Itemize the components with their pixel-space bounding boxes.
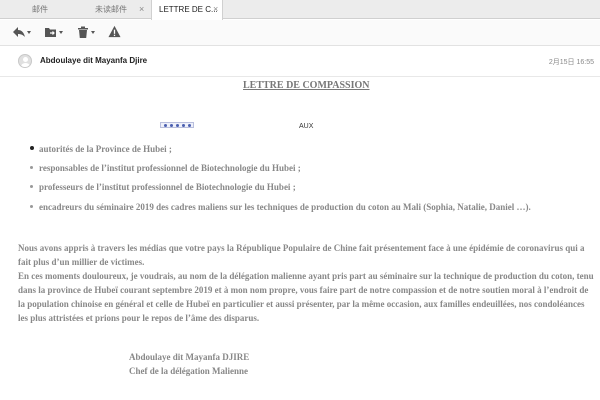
bullet-icon (30, 146, 34, 150)
signature-name: Abdoulaye dit Mayanfa DJIRE (129, 352, 250, 362)
message-body: LETTRE DE COMPASSION AUX autorités de la… (0, 77, 600, 400)
sender-name[interactable]: Abdoulaye dit Mayanfa Djire (40, 56, 147, 65)
report-spam-button[interactable] (108, 25, 122, 41)
tab-lettre-de-compassion[interactable]: LETTRE DE C... × (151, 0, 223, 20)
reply-icon (13, 27, 25, 37)
move-folder-icon (45, 28, 56, 37)
reply-button[interactable] (12, 25, 32, 41)
signature-title: Chef de la délégation Malienne (129, 366, 248, 376)
avatar-head (23, 57, 28, 62)
message-date: 2月15日 16:55 (548, 59, 594, 66)
letter-paragraph-2: En ces moments douloureux, je voudrais, … (18, 271, 594, 323)
toolbar (0, 20, 600, 46)
avatar-body (21, 63, 30, 67)
list-item-text: autorités de la Province de Hubei ; (39, 144, 172, 154)
chevron-down-icon (59, 31, 63, 34)
tab-bar: 邮件 未读邮件 × LETTRE DE C... × (0, 0, 600, 20)
tab-lettre-label: LETTRE DE C... (159, 5, 218, 14)
list-item-text: responsables de l’institut professionnel… (39, 163, 301, 173)
message-header: Abdoulaye dit Mayanfa Djire 2月15日 16:55 (0, 47, 600, 77)
tab-unread-mail[interactable]: 未读邮件 × (75, 0, 150, 19)
chevron-down-icon (27, 31, 31, 34)
bullet-icon (30, 185, 33, 188)
warning-icon (108, 25, 121, 38)
tab-unread-mail-label: 未读邮件 (95, 5, 127, 14)
tab-mail-label: 邮件 (32, 5, 48, 14)
letter-title: LETTRE DE COMPASSION (243, 80, 370, 91)
close-icon[interactable]: × (213, 0, 218, 19)
tab-mail[interactable]: 邮件 (0, 0, 75, 19)
aux-label: AUX (299, 123, 314, 130)
close-icon[interactable]: × (139, 0, 144, 19)
avatar (18, 54, 32, 68)
bullet-icon (30, 166, 33, 169)
letter-paragraph-1: Nous avons appris à travers les médias q… (18, 243, 585, 267)
list-item-text: encadreurs du séminaire 2019 des cadres … (39, 202, 531, 212)
chevron-down-icon (91, 31, 95, 34)
bullet-icon (30, 205, 33, 208)
delete-button[interactable] (76, 25, 96, 41)
trash-icon (78, 26, 88, 38)
list-item-text: professeurs de l’institut professionnel … (39, 182, 296, 192)
move-button[interactable] (44, 25, 64, 41)
embedded-image-icon (160, 122, 194, 128)
